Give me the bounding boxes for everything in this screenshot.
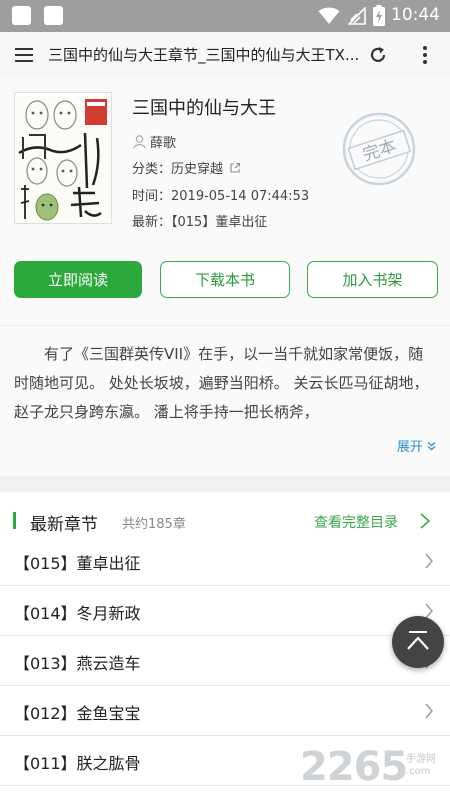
- book-header: 三国中的仙与大王 薛歌 分类：历史穿越 时间：2019-05-14 07:44:…: [0, 78, 450, 325]
- book-description: 有了《三国群英传VII》在手，以一当千就如家常便饭，随时随地可见。 处处长坂坡，…: [0, 325, 450, 476]
- category-row[interactable]: 分类：历史穿越: [132, 158, 241, 177]
- chapter-label: 【013】燕云造车: [14, 654, 141, 673]
- chapter-label: 【012】金鱼宝宝: [14, 704, 141, 723]
- chevron-right-icon[interactable]: [418, 512, 432, 530]
- watermark-sub: 手游网: [406, 754, 436, 765]
- signal-icon: [348, 7, 366, 25]
- double-chevron-down-icon: [427, 442, 436, 451]
- author-name: 薛歌: [150, 136, 177, 151]
- view-all-chapters-link[interactable]: 查看完整目录: [314, 512, 398, 532]
- clock: 10:44: [391, 5, 440, 25]
- back-to-top-button[interactable]: [392, 616, 444, 668]
- chevron-right-icon: [425, 553, 433, 569]
- time-row: 时间：2019-05-14 07:44:53: [132, 185, 309, 204]
- more-vert-icon[interactable]: [414, 44, 436, 66]
- time-value: 2019-05-14 07:44:53: [171, 189, 310, 204]
- chevron-right-icon: [425, 703, 433, 719]
- site-watermark: 2265 手游网 .com: [300, 744, 450, 796]
- arrow-up-icon: [407, 631, 429, 650]
- menu-icon[interactable]: [14, 45, 34, 65]
- notification-icon: [44, 6, 63, 25]
- cover-art-image: [15, 93, 111, 223]
- description-text: 有了《三国群英传VII》在手，以一当千就如家常便饭，随时随地可见。 处处长坂坡，…: [14, 345, 429, 421]
- add-to-shelf-button[interactable]: 加入书架: [307, 261, 438, 298]
- category-value: 历史穿越: [171, 162, 224, 177]
- chapter-label: 【011】朕之肱骨: [14, 754, 141, 773]
- app-bar: 三国中的仙与大王章节_三国中的仙与大王TX...: [0, 32, 450, 78]
- wifi-icon: [318, 7, 340, 24]
- latest-label: 最新：: [132, 215, 172, 230]
- book-cover[interactable]: [14, 92, 112, 224]
- completed-stamp-icon: 完本: [342, 112, 416, 186]
- watermark-suffix: .com: [406, 766, 431, 777]
- chapters-title: 最新章节: [30, 515, 98, 535]
- read-now-button[interactable]: 立即阅读: [14, 261, 142, 298]
- page-title: 三国中的仙与大王章节_三国中的仙与大王TX...: [48, 46, 360, 64]
- battery-icon: [373, 5, 385, 26]
- refresh-icon[interactable]: [367, 44, 389, 66]
- latest-value: 【015】董卓出征: [171, 215, 268, 230]
- chapter-item[interactable]: 【013】燕云造车: [0, 636, 450, 686]
- chapters-count: 共约185章: [122, 517, 186, 532]
- time-label: 时间：: [132, 189, 172, 204]
- section-accent-bar: [13, 512, 16, 529]
- person-icon: [133, 135, 146, 149]
- notification-icon: [12, 6, 31, 25]
- chapter-item[interactable]: 【012】金鱼宝宝: [0, 686, 450, 736]
- category-label: 分类：: [132, 162, 172, 177]
- latest-row[interactable]: 最新：【015】董卓出征: [132, 211, 267, 230]
- chapter-item[interactable]: 【015】董卓出征: [0, 536, 450, 586]
- chapter-label: 【015】董卓出征: [14, 554, 141, 573]
- stamp-text: 完本: [360, 136, 399, 166]
- author-row[interactable]: 薛歌: [132, 132, 176, 151]
- download-button[interactable]: 下载本书: [160, 261, 290, 298]
- status-bar: 10:44: [0, 0, 450, 32]
- book-title: 三国中的仙与大王: [132, 98, 276, 119]
- expand-button[interactable]: 展开: [397, 436, 436, 455]
- expand-label: 展开: [396, 440, 423, 455]
- chapter-label: 【014】冬月新政: [14, 604, 141, 623]
- chapter-item[interactable]: 【014】冬月新政: [0, 586, 450, 636]
- external-link-icon: [230, 162, 241, 173]
- watermark-number: 2265: [300, 744, 408, 790]
